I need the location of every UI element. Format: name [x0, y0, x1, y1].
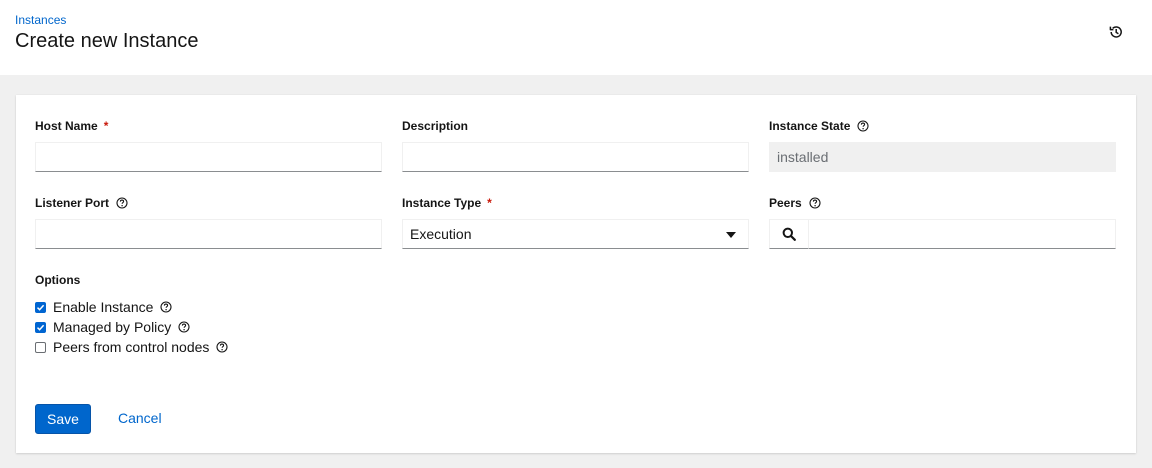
cancel-button[interactable]: Cancel: [118, 410, 162, 426]
search-icon: [782, 227, 796, 241]
page-header: Instances Create new Instance: [0, 0, 1152, 75]
instance-type-label: Instance Type *: [402, 196, 492, 210]
peers-label: Peers: [769, 196, 821, 210]
description-label: Description: [402, 119, 468, 133]
listener-port-label: Listener Port: [35, 196, 128, 210]
help-icon[interactable]: [809, 197, 821, 209]
host-name-label: Host Name *: [35, 119, 108, 133]
peers-from-control-nodes-option: Peers from control nodes: [35, 339, 228, 355]
options-label: Options: [35, 273, 80, 287]
peers-from-control-nodes-checkbox[interactable]: [35, 341, 46, 353]
options-label-text: Options: [35, 273, 81, 287]
help-icon[interactable]: [216, 341, 228, 353]
check-icon: [36, 324, 45, 331]
description-label-text: Description: [402, 119, 469, 133]
help-icon[interactable]: [857, 120, 869, 132]
peers-lookup: [769, 219, 1116, 249]
enable-instance-label: Enable Instance: [53, 299, 154, 315]
check-icon: [36, 304, 45, 311]
peers-input[interactable]: [809, 219, 1116, 249]
instance-state-label-text: Instance State: [769, 119, 851, 133]
managed-by-policy-label: Managed by Policy: [53, 319, 172, 335]
host-name-input[interactable]: [35, 142, 382, 172]
caret-down-icon: [726, 232, 736, 238]
help-icon[interactable]: [160, 301, 172, 313]
enable-instance-checkbox[interactable]: [35, 301, 46, 313]
instance-type-select[interactable]: Execution: [402, 219, 749, 249]
peers-label-text: Peers: [769, 196, 802, 210]
managed-by-policy-checkbox[interactable]: [35, 321, 46, 333]
managed-by-policy-option: Managed by Policy: [35, 319, 190, 335]
required-mark: *: [487, 196, 492, 210]
save-button[interactable]: Save: [35, 404, 91, 434]
instance-type-selected-value: Execution: [410, 226, 472, 242]
instance-state-label: Instance State: [769, 119, 869, 133]
instance-state-field: installed: [769, 142, 1116, 172]
description-input[interactable]: [402, 142, 749, 172]
listener-port-label-text: Listener Port: [35, 196, 110, 210]
host-name-label-text: Host Name: [35, 119, 98, 133]
instance-type-label-text: Instance Type: [402, 196, 482, 210]
help-icon[interactable]: [116, 197, 128, 209]
help-icon[interactable]: [178, 321, 190, 333]
listener-port-input[interactable]: [35, 219, 382, 249]
history-icon[interactable]: [1108, 24, 1124, 40]
required-mark: *: [103, 119, 109, 133]
peers-search-button[interactable]: [769, 219, 809, 249]
peers-from-control-nodes-label: Peers from control nodes: [53, 339, 210, 355]
instance-form-card: Host Name * Description Instance State i…: [16, 95, 1136, 453]
page-title: Create new Instance: [15, 30, 199, 52]
enable-instance-option: Enable Instance: [35, 299, 172, 315]
breadcrumb-instances-link[interactable]: Instances: [15, 13, 66, 27]
